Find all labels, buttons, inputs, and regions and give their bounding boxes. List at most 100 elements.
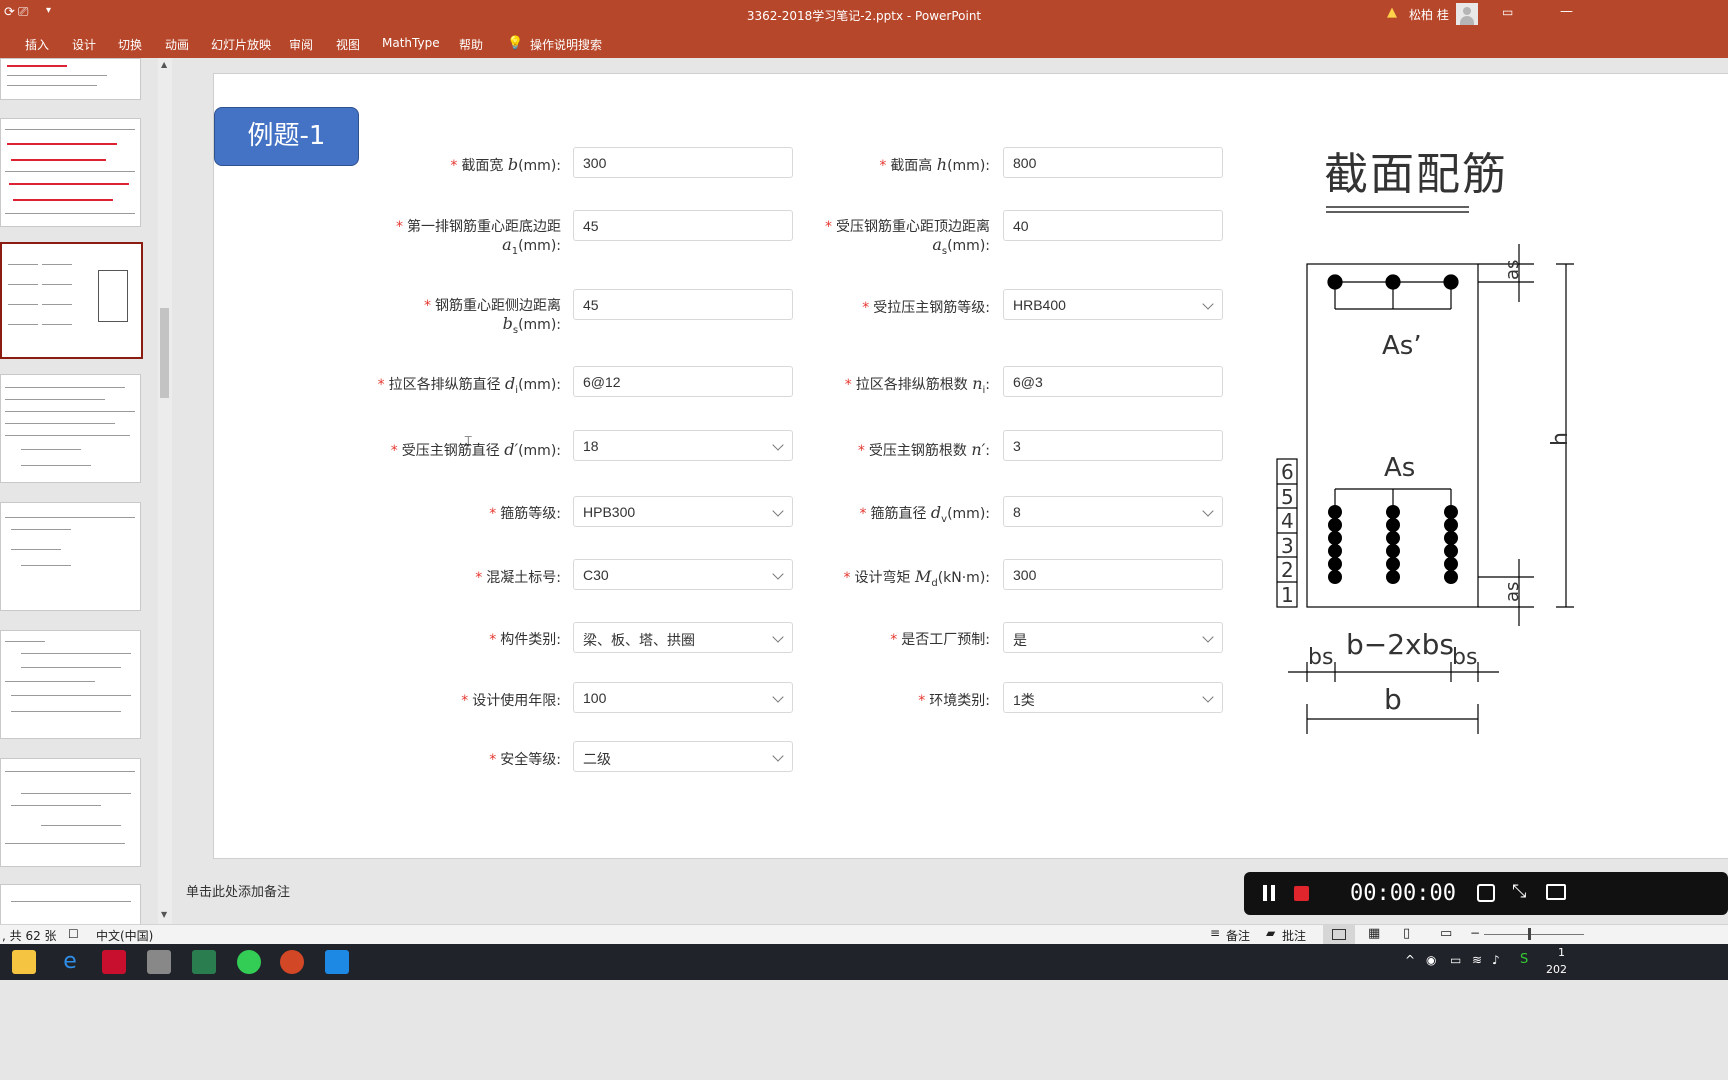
comments-button[interactable]: 批注 bbox=[1282, 927, 1306, 944]
concrete-select[interactable]: C30 bbox=[573, 559, 793, 590]
slideshow-icon[interactable]: ▭ bbox=[1440, 926, 1452, 941]
slide-sorter-icon[interactable]: ▦ bbox=[1368, 926, 1380, 941]
slide-thumbnail[interactable] bbox=[0, 630, 141, 739]
minimize-arrows-icon[interactable]: ⤡ bbox=[1512, 881, 1526, 902]
spell-check-icon[interactable]: ☐ bbox=[68, 927, 79, 941]
dprime-label: * 受压主钢筋直径 d′(mm): bbox=[390, 440, 561, 459]
clock-time[interactable]: 1 bbox=[1558, 946, 1565, 959]
autocad-icon[interactable] bbox=[102, 950, 126, 974]
warning-icon[interactable]: ▲ bbox=[1387, 5, 1397, 20]
go-icon[interactable] bbox=[237, 950, 261, 974]
steel-grade-label: * 受拉压主钢筋等级: bbox=[862, 300, 990, 316]
tray-app-icon[interactable]: ◉ bbox=[1426, 953, 1436, 967]
battery-icon[interactable]: ▭ bbox=[1450, 953, 1461, 967]
user-name[interactable]: 松柏 桂 bbox=[1409, 6, 1449, 23]
slide-thumbnail-selected[interactable] bbox=[0, 242, 143, 359]
tab-slideshow[interactable]: 幻灯片放映 bbox=[211, 36, 271, 53]
bs-label: * 钢筋重心距侧边距离 bs(mm): bbox=[424, 298, 561, 336]
tab-insert[interactable]: 插入 bbox=[25, 36, 49, 53]
stirrup-dia-select[interactable]: 8 bbox=[1003, 496, 1223, 527]
di-input[interactable]: 6@12 bbox=[573, 366, 793, 397]
svg-text:2: 2 bbox=[1281, 558, 1294, 582]
tab-transitions[interactable]: 切换 bbox=[118, 36, 142, 53]
slide-thumbnail-pane bbox=[0, 58, 176, 926]
webstorm-icon[interactable] bbox=[192, 950, 216, 974]
service-life-select[interactable]: 100 bbox=[573, 682, 793, 713]
nprime-input[interactable]: 3 bbox=[1003, 430, 1223, 461]
language[interactable]: 中文(中国) bbox=[96, 927, 153, 944]
reading-view-icon[interactable]: ▯ bbox=[1403, 926, 1410, 941]
taskbar: e ^ ◉ ▭ ≋ ♪ S 1 202 bbox=[0, 944, 1728, 980]
tab-design[interactable]: 设计 bbox=[72, 36, 96, 53]
safety-select[interactable]: 二级 bbox=[573, 741, 793, 772]
tray-chevron-icon[interactable]: ^ bbox=[1405, 953, 1415, 967]
section-height-input[interactable]: 800 bbox=[1003, 147, 1223, 178]
member-type-label: * 构件类别: bbox=[489, 632, 561, 648]
stop-icon[interactable] bbox=[1294, 886, 1309, 901]
ribbon-display-options-icon[interactable]: ▭ bbox=[1502, 5, 1513, 19]
region-icon[interactable] bbox=[1477, 884, 1495, 902]
minimize-icon[interactable]: — bbox=[1560, 4, 1573, 19]
file-explorer-icon[interactable] bbox=[12, 950, 36, 974]
scroll-up-icon[interactable]: ▲ bbox=[161, 60, 167, 69]
tab-mathtype[interactable]: MathType bbox=[382, 36, 440, 50]
compression-bar bbox=[1327, 274, 1343, 290]
normal-view-button[interactable] bbox=[1323, 925, 1355, 944]
moment-input[interactable]: 300 bbox=[1003, 559, 1223, 590]
member-type-select[interactable]: 梁、板、塔、拱圈 bbox=[573, 622, 793, 653]
tab-view[interactable]: 视图 bbox=[336, 36, 360, 53]
zoom-slider[interactable] bbox=[1484, 934, 1584, 935]
scroll-down-icon[interactable]: ▼ bbox=[161, 910, 167, 919]
as-prime-input[interactable]: 40 bbox=[1003, 210, 1223, 241]
safety-label: * 安全等级: bbox=[489, 752, 561, 768]
pause-icon-bar bbox=[1271, 885, 1275, 901]
prefab-select[interactable]: 是 bbox=[1003, 622, 1223, 653]
powerpoint-icon[interactable] bbox=[280, 950, 304, 974]
screen-recorder-toolbar: 00:00:00 ⤡ bbox=[1244, 872, 1728, 915]
tab-animations[interactable]: 动画 bbox=[165, 36, 189, 53]
clock-date[interactable]: 202 bbox=[1546, 963, 1567, 976]
slide-thumbnail[interactable] bbox=[0, 884, 141, 926]
chevron-down-icon bbox=[772, 750, 784, 762]
environment-select[interactable]: 1类 bbox=[1003, 682, 1223, 713]
tab-review[interactable]: 审阅 bbox=[289, 36, 313, 53]
slide-thumbnail[interactable] bbox=[0, 502, 141, 611]
slide-thumbnail[interactable] bbox=[0, 118, 141, 227]
slide-thumbnail[interactable] bbox=[0, 374, 141, 483]
notes-placeholder[interactable]: 单击此处添加备注 bbox=[186, 881, 290, 900]
chevron-down-icon bbox=[772, 691, 784, 703]
thumbnail-scrollbar[interactable]: ▲ ▼ bbox=[158, 58, 172, 924]
edge-icon[interactable]: e bbox=[58, 950, 82, 974]
bs-input[interactable]: 45 bbox=[573, 289, 793, 320]
dprime-select[interactable]: 18 bbox=[573, 430, 793, 461]
zoom-out-icon[interactable]: − bbox=[1470, 926, 1480, 940]
ni-input[interactable]: 6@3 bbox=[1003, 366, 1223, 397]
slide-thumbnail[interactable] bbox=[0, 758, 141, 867]
stirrup-grade-label: * 箍筋等级: bbox=[489, 506, 561, 522]
wifi-icon[interactable]: ≋ bbox=[1472, 953, 1482, 967]
editor-icon[interactable] bbox=[325, 950, 349, 974]
as-top-dim: as bbox=[1502, 260, 1523, 280]
steel-grade-select[interactable]: HRB400 bbox=[1003, 289, 1223, 320]
tension-bars bbox=[1328, 505, 1458, 584]
app-icon[interactable] bbox=[147, 950, 171, 974]
tray-s-icon[interactable]: S bbox=[1520, 952, 1528, 967]
a1-input[interactable]: 45 bbox=[573, 210, 793, 241]
avatar[interactable] bbox=[1456, 3, 1478, 25]
section-width-label: * 截面宽 b(mm): bbox=[450, 155, 561, 174]
a1-label: * 第一排钢筋重心距底边距 a1(mm): bbox=[396, 219, 561, 257]
camera-icon[interactable] bbox=[1546, 884, 1566, 900]
notes-button[interactable]: 备注 bbox=[1226, 927, 1250, 944]
section-width-input[interactable]: 300 bbox=[573, 147, 793, 178]
zoom-slider-thumb[interactable] bbox=[1528, 928, 1531, 940]
figure-title: 截面配筋 bbox=[1324, 149, 1508, 200]
slide-canvas[interactable]: 例题-1 * 截面宽 b(mm): 300 * 截面高 h(mm): 800 * 第一… bbox=[213, 73, 1728, 859]
tab-help[interactable]: 帮助 bbox=[459, 36, 483, 53]
pause-icon[interactable] bbox=[1263, 885, 1267, 901]
comments-icon: ▰ bbox=[1266, 926, 1276, 940]
tell-me-search[interactable]: 操作说明搜索 bbox=[530, 36, 602, 53]
stirrup-grade-select[interactable]: HPB300 bbox=[573, 496, 793, 527]
volume-icon[interactable]: ♪ bbox=[1492, 953, 1500, 967]
slide-thumbnail[interactable] bbox=[0, 58, 141, 100]
scroll-thumb[interactable] bbox=[160, 308, 169, 398]
